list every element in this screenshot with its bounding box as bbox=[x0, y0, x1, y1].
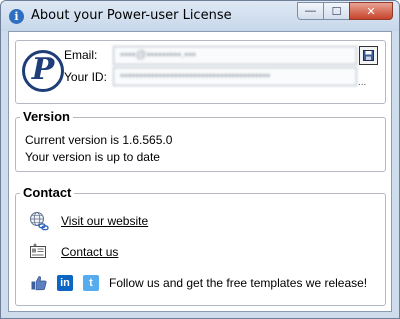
thumbs-up-icon[interactable] bbox=[29, 273, 49, 293]
visit-website-link[interactable]: Visit our website bbox=[61, 214, 148, 228]
dialog-body: P Email: ••••@•••••••••.••• Your ID: •••… bbox=[8, 31, 392, 312]
version-legend: Version bbox=[20, 109, 73, 124]
email-label: Email: bbox=[64, 48, 98, 62]
close-icon: ✕ bbox=[366, 5, 376, 18]
linkedin-icon[interactable]: in bbox=[55, 273, 75, 293]
maximize-button[interactable]: ☐ bbox=[323, 2, 350, 20]
info-icon: i bbox=[9, 9, 24, 24]
maximize-icon: ☐ bbox=[331, 5, 342, 18]
current-version-text: Current version is 1.6.565.0 bbox=[25, 133, 173, 147]
save-button[interactable] bbox=[359, 46, 378, 65]
update-status-text: Your version is up to date bbox=[25, 150, 160, 164]
social-row: in t Follow us and get the free template… bbox=[29, 273, 367, 293]
user-id-overflow: ... bbox=[358, 77, 367, 88]
contact-us-link[interactable]: Contact us bbox=[61, 245, 118, 259]
save-icon bbox=[363, 50, 374, 61]
twitter-icon[interactable]: t bbox=[81, 273, 101, 293]
about-license-dialog: i About your Power-user License — ☐ ✕ P … bbox=[0, 0, 400, 319]
user-id-field[interactable]: ••••••••••••••••••••••••••••••••••••••• bbox=[113, 67, 357, 86]
power-user-logo: P bbox=[22, 50, 64, 92]
version-group: Version Current version is 1.6.565.0 You… bbox=[15, 109, 386, 172]
user-info-group: P Email: ••••@•••••••••.••• Your ID: •••… bbox=[15, 40, 386, 104]
contact-group: Contact Visit our website Contact us in … bbox=[15, 185, 386, 306]
user-id-label: Your ID: bbox=[64, 70, 107, 84]
email-card-icon bbox=[29, 242, 49, 262]
globe-link-icon bbox=[29, 211, 49, 231]
caption-buttons: — ☐ ✕ bbox=[297, 2, 393, 20]
window-title: About your Power-user License bbox=[31, 8, 232, 23]
close-button[interactable]: ✕ bbox=[349, 2, 393, 20]
minimize-button[interactable]: — bbox=[297, 2, 324, 20]
contact-legend: Contact bbox=[20, 185, 75, 200]
title-bar[interactable]: i About your Power-user License — ☐ ✕ bbox=[1, 1, 399, 31]
minimize-icon: — bbox=[305, 5, 316, 17]
contact-row: Contact us bbox=[29, 242, 118, 262]
website-row: Visit our website bbox=[29, 211, 148, 231]
follow-us-text: Follow us and get the free templates we … bbox=[109, 276, 368, 290]
email-field[interactable]: ••••@•••••••••.••• bbox=[113, 46, 357, 65]
